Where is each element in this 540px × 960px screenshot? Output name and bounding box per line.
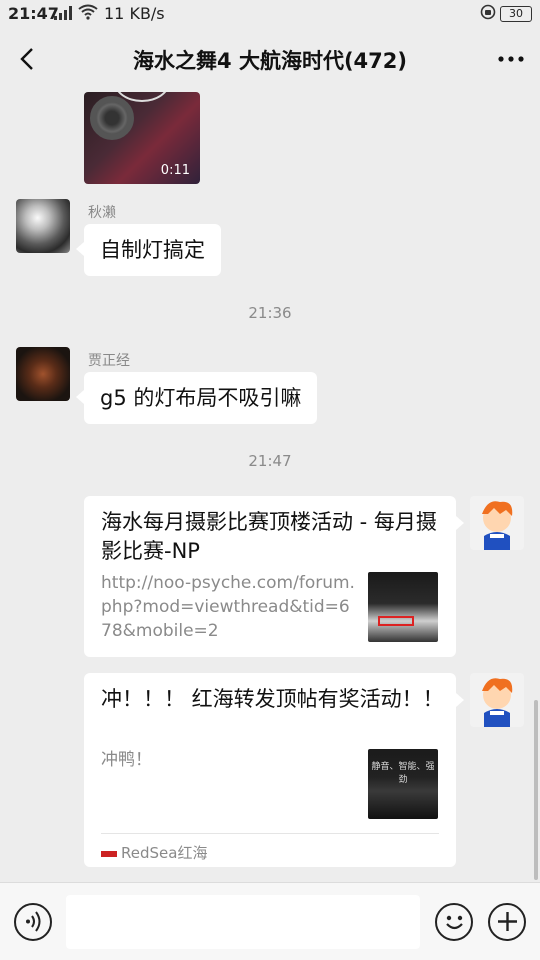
add-button[interactable] — [488, 903, 526, 941]
status-time: 21:47 — [8, 4, 59, 23]
my-avatar[interactable] — [470, 496, 524, 550]
timestamp: 21:47 — [248, 452, 292, 470]
link-card-thumbnail: 静音、智能、强劲 — [368, 749, 438, 819]
emoji-icon — [445, 915, 463, 930]
back-button[interactable] — [14, 44, 42, 74]
video-message[interactable]: 0:11 — [84, 92, 200, 184]
scrollbar[interactable] — [534, 700, 538, 880]
network-speed: 11 KB/s — [104, 4, 165, 23]
input-bar — [0, 882, 540, 960]
link-card-source: RedSea红海 — [101, 842, 207, 863]
my-avatar[interactable] — [470, 673, 524, 727]
thumbnail-caption: 静音、智能、强劲 — [371, 762, 435, 785]
link-card-thumbnail — [368, 572, 438, 642]
sender-name: 贾正经 — [88, 353, 130, 369]
avatar[interactable] — [16, 347, 70, 401]
battery-indicator: 30 — [500, 6, 532, 22]
redsea-logo-icon — [101, 850, 117, 857]
voice-button[interactable] — [14, 903, 52, 941]
link-card-title: 冲！！！ 红海转发顶帖有奖活动！！ — [101, 687, 444, 711]
voice-icon — [25, 911, 40, 932]
timestamp: 21:36 — [248, 304, 292, 322]
avatar[interactable] — [16, 199, 70, 253]
video-duration: 0:11 — [160, 163, 190, 178]
link-card[interactable]: 冲！！！ 红海转发顶帖有奖活动！！ 冲鸭！ 静音、智能、强劲 RedSea红海 — [84, 673, 464, 867]
more-dots-icon — [498, 56, 524, 62]
video-thumbnail — [90, 96, 134, 140]
emoji-button[interactable] — [435, 903, 473, 941]
status-bar: 21:47 11 KB/s 30 — [0, 0, 540, 28]
source-name: RedSea红海 — [121, 844, 208, 862]
wifi-icon — [78, 4, 98, 24]
more-button[interactable] — [496, 44, 526, 74]
chevron-left-icon — [20, 48, 33, 70]
message-input[interactable] — [66, 895, 420, 949]
sender-name: 秋濑 — [88, 205, 116, 221]
link-card-description: http://noo-psyche.com/forum.php?mod=view… — [101, 573, 355, 641]
chat-title: 海水之舞4 大航海时代(472) — [133, 49, 407, 73]
chat-header: 海水之舞4 大航海时代(472) — [0, 28, 540, 92]
signal-icon — [54, 5, 72, 24]
plus-icon — [497, 912, 517, 931]
message-bubble[interactable]: g5 的灯布局不吸引嘛 — [75, 372, 318, 424]
chat-messages[interactable]: 0:11 秋濑 自制灯搞定 21:36 贾正经 g5 的灯布局不吸引嘛 21:4… — [0, 92, 540, 882]
message-bubble[interactable]: 自制灯搞定 — [76, 224, 221, 276]
alarm-icon — [480, 4, 496, 24]
link-card-description: 冲鸭！ — [101, 750, 152, 770]
link-card-title: 海水每月摄影比赛顶楼活动 - 每月摄影比赛-NP — [101, 510, 437, 563]
link-card[interactable]: 海水每月摄影比赛顶楼活动 - 每月摄影比赛-NP http://noo-psyc… — [84, 496, 464, 657]
